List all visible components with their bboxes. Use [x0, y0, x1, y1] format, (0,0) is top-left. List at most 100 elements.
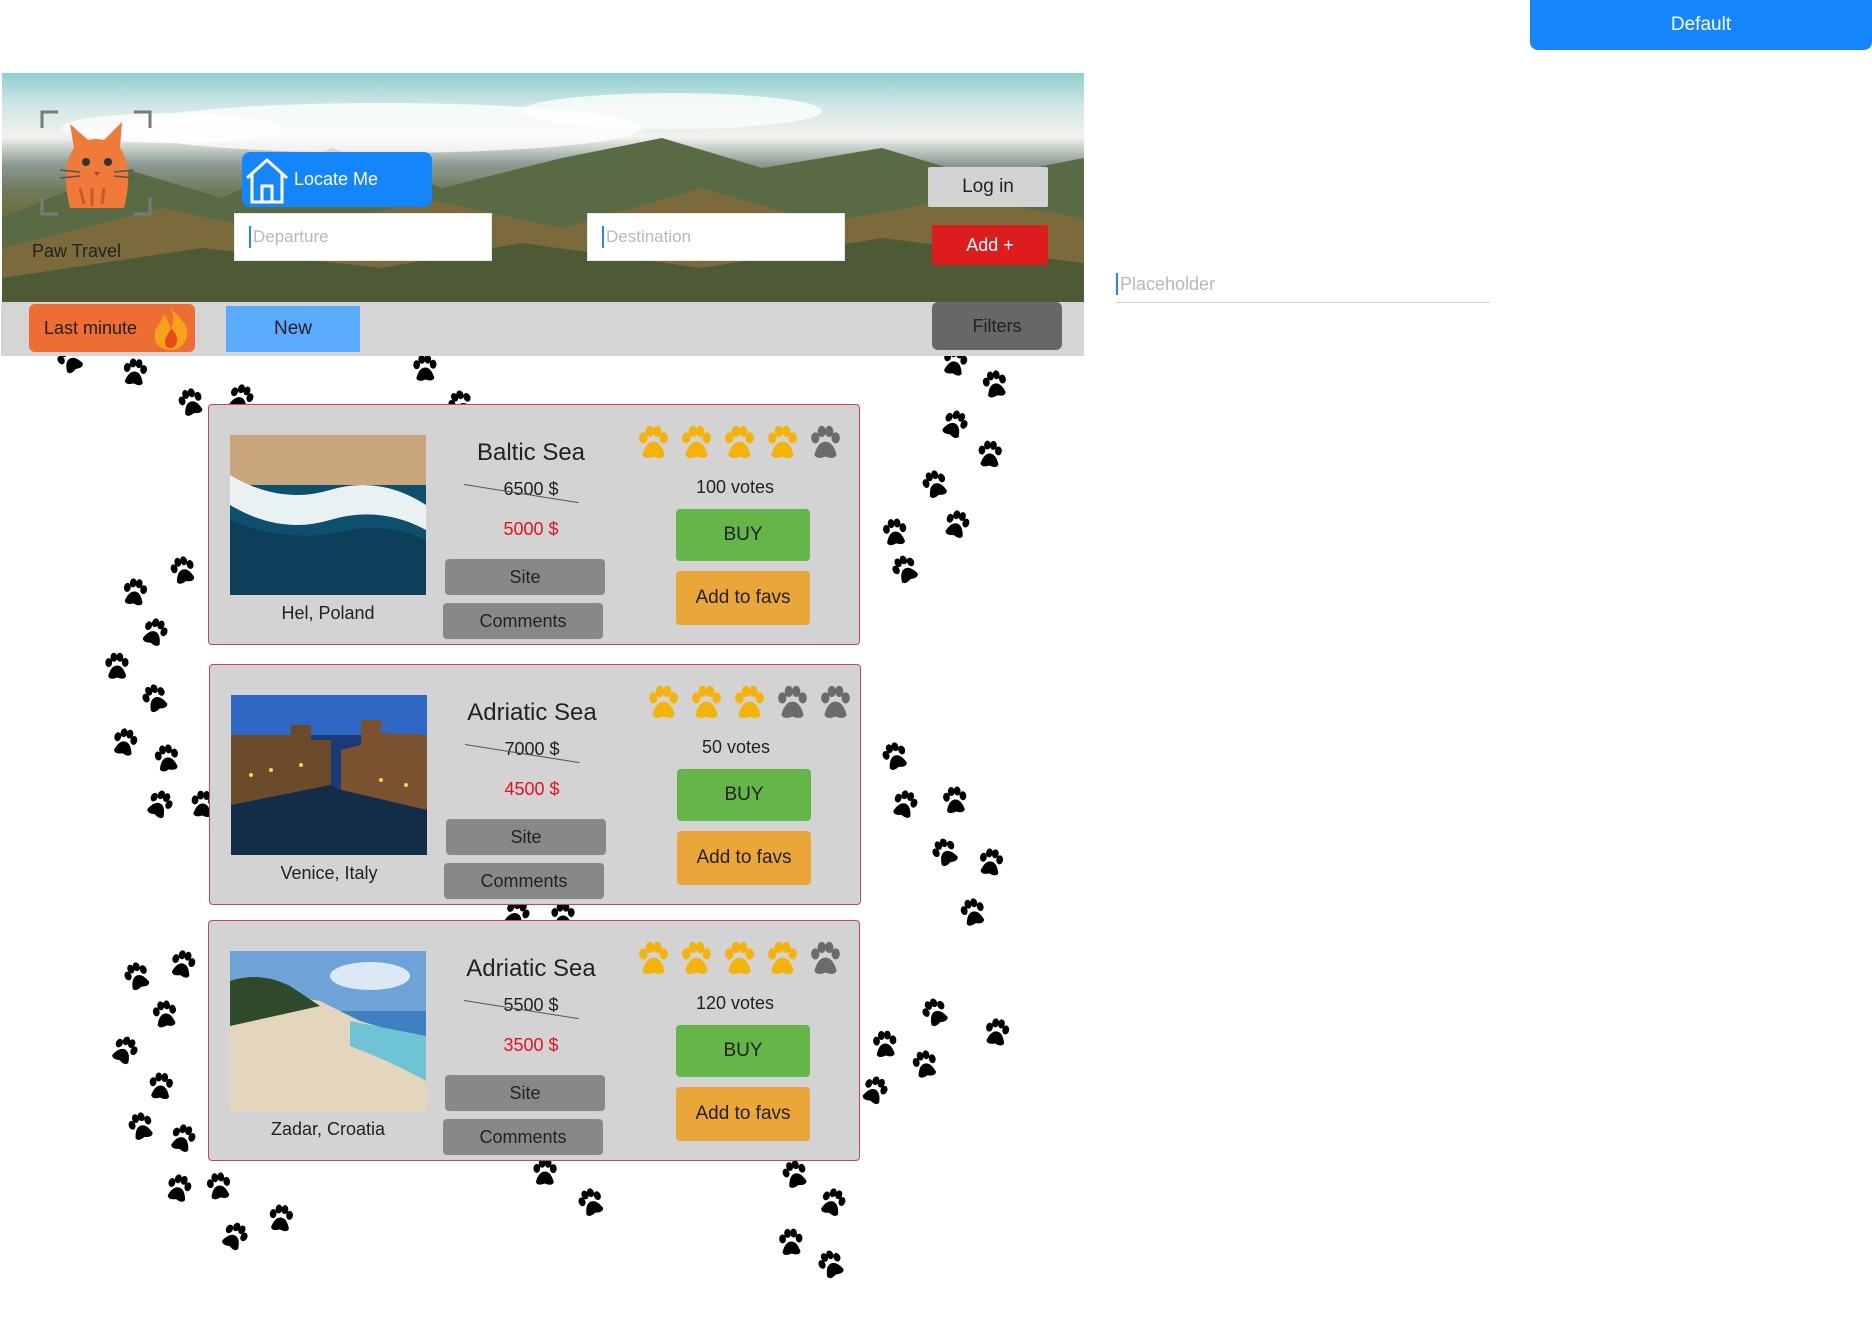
offer-title: Adriatic Sea	[467, 699, 597, 726]
paw-print-icon	[856, 1071, 895, 1109]
sandy-beach-photo	[230, 951, 426, 1111]
buy-button[interactable]: BUY	[676, 509, 810, 561]
add-to-favs-button[interactable]: Add to favs	[676, 571, 810, 625]
beach-waves-photo	[230, 435, 426, 595]
paw-print-icon	[136, 679, 175, 717]
add-label: Add +	[966, 234, 1014, 255]
paw-print-icon	[777, 1156, 814, 1192]
paw-rating[interactable]	[635, 425, 844, 467]
paw-filled-icon[interactable]	[635, 941, 672, 983]
last-minute-label: Last minute	[44, 317, 138, 338]
text-caret	[602, 226, 604, 248]
paw-empty-icon[interactable]	[774, 685, 811, 727]
paw-print-icon	[105, 1031, 145, 1070]
paw-filled-icon[interactable]	[764, 425, 801, 467]
paw-print-icon	[876, 738, 913, 774]
paw-print-icon	[814, 1184, 852, 1221]
paw-rating[interactable]	[635, 941, 844, 983]
add-to-favs-button[interactable]: Add to favs	[677, 831, 811, 885]
site-button[interactable]: Site	[446, 819, 606, 855]
log-in-label: Log in	[962, 176, 1014, 197]
votes-count: 100 votes	[695, 477, 775, 497]
paw-empty-icon[interactable]	[807, 425, 844, 467]
paw-filled-icon[interactable]	[731, 685, 768, 727]
mountain-landscape-image	[2, 138, 1084, 302]
paw-print-icon	[955, 895, 991, 929]
filters-button[interactable]: Filters	[932, 302, 1062, 350]
paw-print-icon	[161, 1171, 197, 1206]
paw-print-icon	[265, 1203, 298, 1234]
old-price: 7000 $	[504, 739, 560, 759]
add-to-favs-label: Add to favs	[696, 847, 792, 868]
comments-label: Comments	[479, 1126, 567, 1147]
site-label: Site	[509, 566, 541, 587]
paw-print-icon	[879, 517, 912, 548]
votes-count: 50 votes	[701, 737, 771, 757]
paw-filled-icon[interactable]	[688, 685, 725, 727]
header-banner: Paw Travel Locate Me Departure Destinati…	[2, 73, 1084, 302]
comments-label: Comments	[480, 870, 568, 891]
brand-name: Paw Travel	[32, 241, 122, 261]
paw-empty-icon[interactable]	[807, 941, 844, 983]
site-label: Site	[510, 826, 542, 847]
offer-title: Baltic Sea	[476, 439, 586, 466]
log-in-button[interactable]: Log in	[928, 167, 1048, 207]
paw-filled-icon[interactable]	[764, 941, 801, 983]
comments-button[interactable]: Comments	[443, 1119, 603, 1155]
buy-button[interactable]: BUY	[677, 769, 811, 821]
paw-print-icon	[122, 1108, 159, 1144]
add-button[interactable]: Add +	[932, 225, 1048, 265]
paw-print-icon	[173, 384, 210, 419]
paw-rating[interactable]	[645, 685, 854, 727]
paw-filled-icon[interactable]	[678, 941, 715, 983]
paw-filled-icon[interactable]	[635, 425, 672, 467]
new-label: New	[273, 318, 312, 339]
paw-print-icon	[148, 998, 182, 1030]
paw-print-icon	[939, 785, 971, 816]
locate-me-label: Locate Me	[294, 169, 379, 189]
comments-button[interactable]: Comments	[443, 603, 603, 639]
departure-input[interactable]: Departure	[234, 213, 492, 261]
add-to-favs-label: Add to favs	[695, 1103, 791, 1124]
paw-print-icon	[811, 1245, 850, 1283]
default-button[interactable]: Default	[1530, 0, 1872, 50]
add-to-favs-button[interactable]: Add to favs	[676, 1087, 810, 1141]
paw-filled-icon[interactable]	[678, 425, 715, 467]
paw-print-icon	[572, 1183, 610, 1220]
site-button[interactable]: Site	[445, 559, 605, 595]
paw-print-icon	[939, 506, 976, 542]
offer-location: Hel, Poland	[281, 603, 375, 623]
locate-me-button[interactable]: Locate Me	[242, 152, 432, 207]
paw-print-icon	[410, 353, 441, 382]
paw-print-icon	[107, 725, 143, 759]
paw-print-icon	[935, 405, 974, 443]
fire-icon	[154, 308, 188, 350]
comments-button[interactable]: Comments	[444, 863, 604, 899]
paw-print-icon	[974, 439, 1005, 469]
text-caret	[1116, 273, 1118, 295]
paw-filled-icon[interactable]	[645, 685, 682, 727]
destination-placeholder: Destination	[606, 227, 692, 246]
buy-button[interactable]: BUY	[676, 1025, 810, 1077]
default-button-label: Default	[1670, 14, 1732, 35]
paw-filled-icon[interactable]	[721, 941, 758, 983]
placeholder-input[interactable]: Placeholder	[1116, 266, 1490, 303]
offer-card: Zadar, Croatia Adriatic Sea 5500 $ 3500 …	[208, 920, 860, 1161]
cat-logo-icon	[40, 110, 152, 216]
paw-empty-icon[interactable]	[817, 685, 854, 727]
votes-count: 120 votes	[695, 993, 775, 1013]
last-minute-button[interactable]: Last minute	[29, 304, 195, 352]
paw-print-icon	[102, 652, 132, 681]
destination-input[interactable]: Destination	[587, 213, 845, 261]
paw-print-icon	[907, 1047, 943, 1081]
paw-print-icon	[530, 1158, 560, 1187]
paw-filled-icon[interactable]	[721, 425, 758, 467]
paw-print-icon	[136, 613, 174, 650]
new-button[interactable]: New	[226, 306, 360, 352]
home-icon	[245, 157, 289, 203]
site-button[interactable]: Site	[445, 1075, 605, 1111]
venice-canal-photo	[231, 695, 427, 855]
paw-print-icon	[915, 993, 954, 1032]
paw-print-icon	[140, 785, 179, 824]
paw-print-icon	[165, 553, 201, 588]
